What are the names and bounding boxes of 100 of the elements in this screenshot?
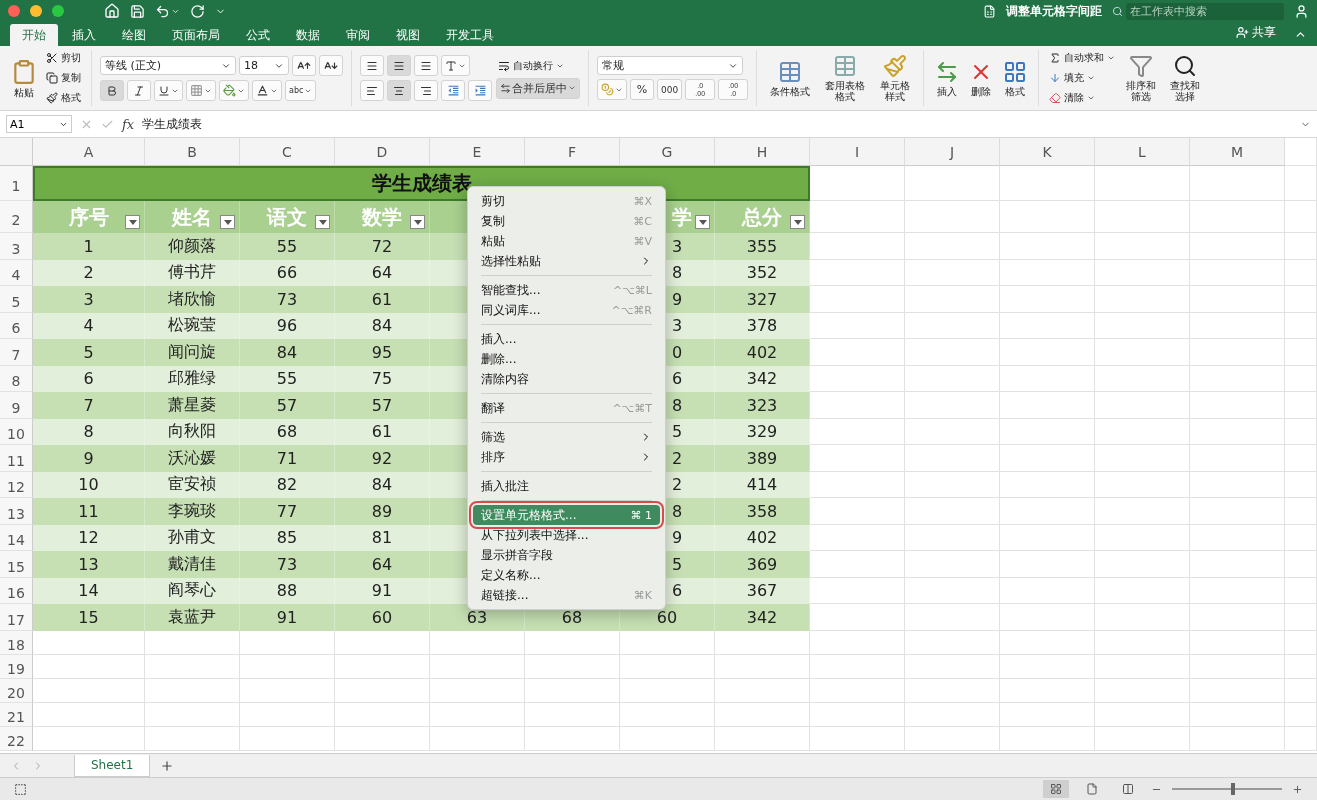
- normal-view-button[interactable]: [1043, 780, 1069, 798]
- italic-button[interactable]: [127, 80, 151, 101]
- filter-button[interactable]: [220, 215, 235, 229]
- column-header[interactable]: B: [145, 138, 240, 166]
- row-header[interactable]: 19: [0, 654, 33, 679]
- row-header[interactable]: 8: [0, 365, 33, 392]
- row-header[interactable]: 11: [0, 445, 33, 472]
- zoom-in-icon[interactable]: [1292, 783, 1303, 795]
- ribbon-tab[interactable]: 公式: [234, 24, 282, 46]
- filter-button[interactable]: [410, 215, 425, 229]
- column-header[interactable]: G: [620, 138, 715, 166]
- column-header[interactable]: L: [1095, 138, 1190, 166]
- row-header[interactable]: 18: [0, 630, 33, 655]
- align-middle-button[interactable]: [387, 55, 411, 76]
- row-header[interactable]: 15: [0, 551, 33, 578]
- cells-button[interactable]: 删除: [966, 59, 997, 97]
- row-header[interactable]: 12: [0, 471, 33, 498]
- row-header[interactable]: 13: [0, 498, 33, 525]
- align-right-button[interactable]: [414, 80, 438, 101]
- zoom-thumb[interactable]: [1230, 783, 1235, 795]
- row-header[interactable]: 16: [0, 577, 33, 604]
- filter-button[interactable]: [315, 215, 330, 229]
- redo-icon[interactable]: [190, 3, 205, 19]
- increase-indent-button[interactable]: [468, 80, 492, 101]
- wrap-text-button[interactable]: 自动换行: [496, 57, 580, 74]
- ribbon-tab[interactable]: 数据: [284, 24, 332, 46]
- format-painter-button[interactable]: 格式: [44, 90, 83, 106]
- add-sheet-icon[interactable]: [160, 758, 175, 773]
- shrink-font-button[interactable]: [319, 55, 343, 76]
- search-field[interactable]: 在工作表中搜索: [1126, 2, 1284, 20]
- name-box[interactable]: A1: [6, 115, 72, 133]
- row-header[interactable]: 20: [0, 678, 33, 703]
- fill-button[interactable]: 填充: [1047, 70, 1118, 86]
- style-gallery-button[interactable]: 单元格样式: [875, 54, 916, 102]
- ribbon-tab[interactable]: 视图: [384, 24, 432, 46]
- font-name-field[interactable]: 等线 (正文): [100, 56, 236, 75]
- row-header[interactable]: 9: [0, 392, 33, 419]
- row-header[interactable]: 2: [0, 201, 33, 233]
- filter-button[interactable]: [790, 215, 805, 229]
- save-icon[interactable]: [130, 3, 145, 19]
- sort-filter-button[interactable]: 排序和筛选: [1121, 54, 1162, 102]
- cut-button[interactable]: 剪切: [44, 50, 83, 66]
- style-gallery-button[interactable]: 条件格式: [765, 59, 816, 97]
- autosum-button[interactable]: 自动求和: [1047, 50, 1118, 66]
- row-header[interactable]: 22: [0, 726, 33, 751]
- find-select-button[interactable]: 查找和选择: [1165, 54, 1206, 102]
- column-header[interactable]: C: [240, 138, 335, 166]
- row-header[interactable]: 17: [0, 604, 33, 631]
- menu-item[interactable]: 复制 ⌘C: [473, 211, 660, 231]
- sheet-tab[interactable]: Sheet1: [74, 754, 151, 777]
- cells-button[interactable]: 格式: [1000, 59, 1031, 97]
- decrease-indent-button[interactable]: [441, 80, 465, 101]
- orientation-button[interactable]: [441, 55, 470, 76]
- align-left-button[interactable]: [360, 80, 384, 101]
- dashed-square-icon[interactable]: [14, 782, 27, 796]
- filter-button[interactable]: [125, 215, 140, 229]
- number-format-field[interactable]: 常规: [597, 56, 743, 75]
- phonetic-button[interactable]: abc: [285, 80, 317, 101]
- column-header[interactable]: D: [335, 138, 430, 166]
- column-header[interactable]: A: [33, 138, 145, 166]
- align-center-button[interactable]: [387, 80, 411, 101]
- share-button[interactable]: 共享: [1230, 23, 1282, 42]
- ribbon-tab[interactable]: 审阅: [334, 24, 382, 46]
- comma-style-button[interactable]: 000: [657, 79, 683, 100]
- font-size-field[interactable]: 18: [239, 56, 289, 75]
- percent-button[interactable]: %: [630, 79, 654, 100]
- underline-button[interactable]: [154, 80, 183, 101]
- cells-button[interactable]: 插入: [932, 59, 963, 97]
- column-header[interactable]: K: [1000, 138, 1095, 166]
- ribbon-tab[interactable]: 开始: [10, 24, 58, 46]
- bold-button[interactable]: [100, 80, 124, 101]
- column-header[interactable]: I: [810, 138, 905, 166]
- paste-button[interactable]: 粘贴: [8, 58, 40, 98]
- column-header[interactable]: J: [905, 138, 1000, 166]
- font-color-button[interactable]: [252, 80, 282, 101]
- row-header[interactable]: 4: [0, 259, 33, 286]
- row-header[interactable]: 14: [0, 524, 33, 551]
- filter-button[interactable]: [695, 215, 710, 229]
- column-header[interactable]: E: [430, 138, 525, 166]
- clear-button[interactable]: 清除: [1047, 90, 1118, 106]
- ribbon-tab[interactable]: 开发工具: [434, 24, 506, 46]
- ribbon-tab[interactable]: 绘图: [110, 24, 158, 46]
- formula-field[interactable]: 学生成绩表: [142, 115, 1292, 133]
- row-header[interactable]: 1: [0, 166, 33, 201]
- row-header[interactable]: 6: [0, 312, 33, 339]
- row-header[interactable]: 3: [0, 233, 33, 260]
- row-header[interactable]: 5: [0, 286, 33, 313]
- row-header[interactable]: 21: [0, 702, 33, 727]
- ribbon-tab[interactable]: 页面布局: [160, 24, 232, 46]
- column-header[interactable]: M: [1190, 138, 1285, 166]
- style-gallery-button[interactable]: 套用表格格式: [819, 54, 872, 102]
- minimize-button[interactable]: [30, 5, 42, 17]
- account-icon[interactable]: [1294, 3, 1309, 19]
- align-top-button[interactable]: [360, 55, 384, 76]
- ribbon-tab[interactable]: 插入: [60, 24, 108, 46]
- home-icon[interactable]: [104, 3, 120, 19]
- copy-button[interactable]: 复制: [44, 70, 83, 86]
- borders-button[interactable]: [186, 80, 216, 101]
- row-header[interactable]: 7: [0, 339, 33, 366]
- grow-font-button[interactable]: [292, 55, 316, 76]
